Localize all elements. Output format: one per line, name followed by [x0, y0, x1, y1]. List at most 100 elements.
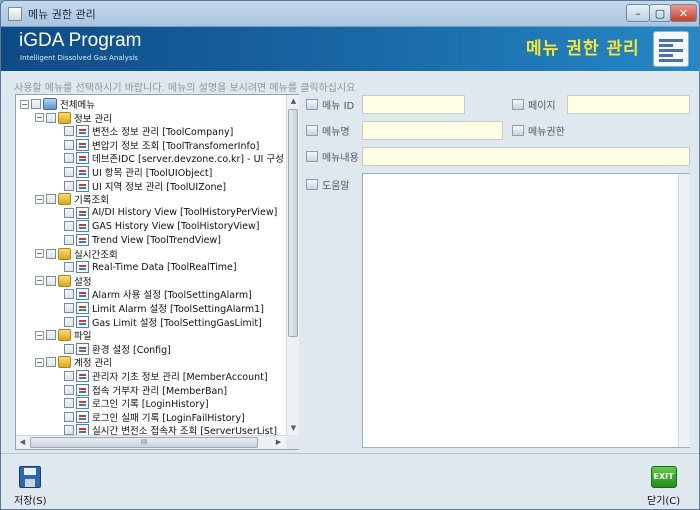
tree-item[interactable]: UI 항목 관리 [ToolUIObject] — [64, 165, 212, 179]
tree-folder[interactable]: − 정보 관리 — [35, 111, 112, 125]
menu-id-field[interactable] — [362, 95, 465, 114]
expand-toggle-icon[interactable]: − — [35, 249, 44, 259]
tree-item[interactable]: Real-Time Data [ToolRealTime] — [64, 260, 237, 274]
vertical-scroll-thumb[interactable] — [288, 109, 298, 337]
tree-item[interactable]: 환경 설정 [Config] — [64, 342, 171, 356]
tree-item[interactable]: AI/DI History View [ToolHistoryPerView] — [64, 206, 277, 220]
help-textarea[interactable] — [362, 173, 690, 448]
expand-toggle-icon[interactable]: − — [35, 276, 44, 286]
tree-checkbox[interactable] — [64, 289, 74, 300]
tree-checkbox[interactable] — [46, 330, 56, 341]
field-icon — [512, 99, 524, 110]
tree-label: 접속 거부자 관리 [MemberBan] — [92, 385, 228, 397]
tree-checkbox[interactable] — [46, 112, 56, 123]
tree-item[interactable]: 관리자 기초 정보 관리 [MemberAccount] — [64, 369, 268, 383]
menu-name-field[interactable] — [362, 121, 503, 140]
tree-item[interactable]: 실시간 변전소 접속자 조회 [ServerUserList] — [64, 423, 277, 435]
tree-checkbox[interactable] — [64, 343, 74, 354]
save-button[interactable]: 저장(S) — [14, 466, 47, 507]
form-page-icon — [76, 166, 89, 178]
menu-id-label: 메뉴 ID — [306, 97, 354, 112]
brand-subtitle: Intelligent Dissolved Gas Analysis — [20, 54, 138, 62]
tree-folder[interactable]: − 설정 — [35, 274, 91, 288]
tree-label: 기록조회 — [74, 195, 109, 207]
form-page-icon — [76, 342, 89, 355]
minimize-button[interactable]: – — [626, 4, 650, 22]
help-scrollbar[interactable] — [678, 174, 690, 447]
tree-vertical-scrollbar[interactable]: ▲ ▼ — [286, 95, 299, 435]
tree-checkbox[interactable] — [64, 262, 74, 273]
expand-toggle-icon[interactable]: − — [35, 113, 44, 123]
floppy-disk-icon — [19, 466, 42, 488]
tree-item[interactable]: Gas Limit 설정 [ToolSettingGasLimit] — [64, 315, 262, 329]
tree-horizontal-scrollbar[interactable]: ◀ III ▶ — [16, 435, 286, 449]
folder-icon — [58, 329, 71, 342]
menu-content-label: 메뉴내용 — [306, 149, 359, 164]
tree-checkbox[interactable] — [46, 275, 56, 286]
tree-item[interactable]: Trend View [ToolTrendView] — [64, 233, 221, 247]
expand-toggle-icon[interactable]: − — [20, 99, 29, 109]
help-label-text: 도움말 — [322, 181, 350, 192]
tree-label: GAS History View [ToolHistoryView] — [92, 220, 260, 232]
tree-label: 환경 설정 [Config] — [92, 344, 171, 356]
horizontal-scroll-thumb[interactable]: III — [30, 437, 258, 448]
tree-item[interactable]: 로그인 실패 기록 [LoginFailHistory] — [64, 410, 245, 424]
tree-checkbox[interactable] — [64, 411, 74, 422]
tree-item[interactable]: UI 지역 정보 관리 [ToolUIZone] — [64, 179, 226, 193]
tree-checkbox[interactable] — [64, 221, 74, 232]
tree-checkbox[interactable] — [64, 371, 74, 381]
page-field[interactable] — [567, 95, 690, 114]
tree-folder[interactable]: − 실시간조회 — [35, 247, 118, 261]
menu-content-field[interactable] — [362, 147, 690, 166]
menu-id-label-text: 메뉴 ID — [322, 101, 355, 112]
tree-folder[interactable]: − 기록조회 — [35, 192, 109, 206]
tree-checkbox[interactable] — [64, 180, 74, 191]
tree-checkbox[interactable] — [64, 425, 74, 435]
tree-item[interactable]: Alarm 사용 설정 [ToolSettingAlarm] — [64, 287, 252, 301]
close-window-button[interactable]: ✕ — [670, 4, 697, 22]
tree-root[interactable]: − 전체메뉴 — [20, 97, 95, 111]
maximize-button[interactable]: ▢ — [649, 4, 671, 22]
folder-icon — [58, 111, 71, 124]
tree-item[interactable]: 변압기 정보 조회 [ToolTransfomerInfo] — [64, 138, 259, 152]
tree-item[interactable]: 변전소 정보 관리 [ToolCompany] — [64, 124, 233, 138]
tree-checkbox[interactable] — [31, 99, 41, 109]
tree-label: Trend View [ToolTrendView] — [92, 234, 221, 246]
scroll-up-arrow[interactable]: ▲ — [287, 95, 300, 108]
tree-item[interactable]: GAS History View [ToolHistoryView] — [64, 219, 260, 233]
expand-toggle-icon[interactable]: − — [35, 330, 44, 340]
close-button[interactable]: EXIT 닫기(C) — [647, 466, 680, 507]
close-button-label: 닫기(C) — [647, 496, 681, 507]
tree-checkbox[interactable] — [64, 139, 74, 150]
tree-label: 파일 — [74, 331, 92, 343]
scroll-down-arrow[interactable]: ▼ — [287, 422, 300, 435]
form-page-icon — [76, 234, 89, 246]
tree-item[interactable]: Limit Alarm 설정 [ToolSettingAlarm1] — [64, 301, 264, 315]
tree-item[interactable]: 접속 거부자 관리 [MemberBan] — [64, 383, 227, 397]
tree-checkbox[interactable] — [46, 248, 56, 259]
title-bar[interactable]: 메뉴 권한 관리 – ▢ ✕ — [1, 1, 699, 27]
tree-checkbox[interactable] — [64, 316, 74, 327]
field-icon — [512, 125, 524, 136]
tree-checkbox[interactable] — [64, 126, 74, 137]
tree-label: AI/DI History View [ToolHistoryPerView] — [92, 207, 278, 219]
tree-checkbox[interactable] — [64, 303, 74, 313]
tree-folder[interactable]: − 파일 — [35, 328, 91, 342]
tree-checkbox[interactable] — [64, 207, 74, 218]
tree-item[interactable]: 데브존IDC [server.devzone.co.kr] - UI 구성 ? … — [64, 151, 286, 165]
tree-item[interactable]: 로그인 기록 [LoginHistory] — [64, 396, 209, 410]
tree-checkbox[interactable] — [64, 167, 74, 177]
tree-checkbox[interactable] — [64, 235, 74, 245]
scroll-right-arrow[interactable]: ▶ — [272, 436, 285, 449]
tree-checkbox[interactable] — [46, 357, 56, 368]
tree-folder[interactable]: − 계정 관리 — [35, 355, 112, 369]
tree-checkbox[interactable] — [46, 194, 56, 205]
tree-checkbox[interactable] — [64, 153, 74, 164]
expand-toggle-icon[interactable]: − — [35, 357, 44, 367]
scroll-left-arrow[interactable]: ◀ — [16, 436, 29, 449]
expand-toggle-icon[interactable]: − — [35, 194, 44, 204]
tree-checkbox[interactable] — [64, 398, 74, 409]
tree-label: UI 항목 관리 [ToolUIObject] — [92, 168, 213, 179]
tree-checkbox[interactable] — [64, 384, 74, 395]
form-page-icon — [76, 288, 89, 301]
